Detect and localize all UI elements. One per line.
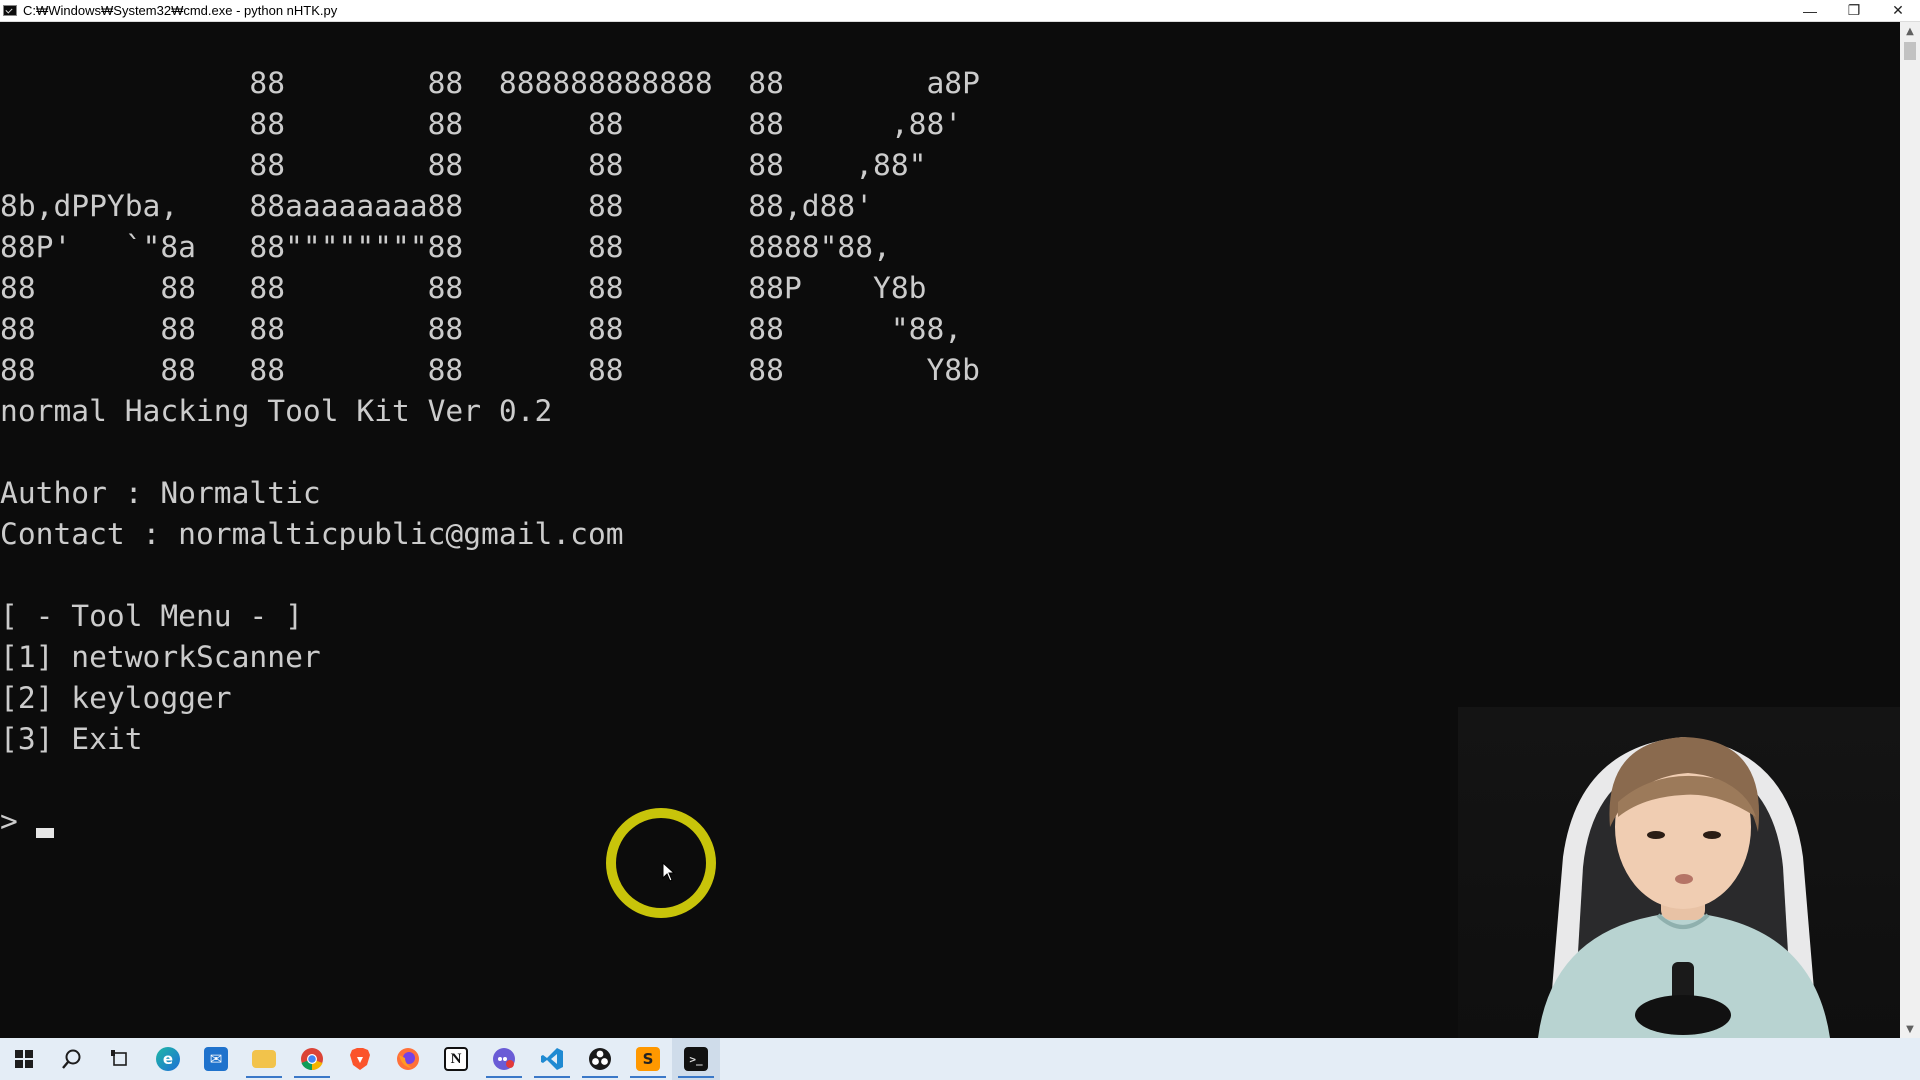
obs-icon	[589, 1048, 611, 1070]
firefox-button[interactable]	[384, 1038, 432, 1080]
edge-icon: e	[156, 1047, 180, 1071]
task-view-button[interactable]	[96, 1038, 144, 1080]
webcam-overlay	[1458, 707, 1900, 1038]
windows-icon	[15, 1050, 33, 1068]
mouse-highlight-ring	[606, 808, 716, 918]
banner-line: 88P' `"8a 88""""""""88 88 8888"88,	[0, 230, 891, 264]
cmd-icon: >_	[684, 1047, 708, 1071]
input-prompt[interactable]: >	[0, 801, 980, 842]
folder-icon	[252, 1050, 276, 1068]
menu-item-network-scanner: [1] networkScanner	[0, 640, 321, 674]
sublime-text-icon: S	[636, 1047, 660, 1071]
firefox-icon	[397, 1048, 419, 1070]
author-line: Author : Normaltic	[0, 476, 321, 510]
chat-app-button[interactable]	[480, 1038, 528, 1080]
vscode-button[interactable]	[528, 1038, 576, 1080]
banner-line: 88 88 88 88 ,88"	[0, 148, 927, 182]
scroll-up-arrow-icon[interactable]: ▲	[1900, 22, 1920, 40]
brave-icon	[350, 1048, 370, 1070]
presenter-illustration	[1538, 737, 1830, 1038]
scroll-down-arrow-icon[interactable]: ▼	[1900, 1020, 1920, 1038]
banner-line: 88 88 888888888888 88 a8P	[0, 66, 980, 100]
contact-line: Contact : normalticpublic@gmail.com	[0, 517, 624, 551]
banner-line: 88 88 88 88 88 88P Y8b	[0, 271, 927, 305]
sublime-button[interactable]: S	[624, 1038, 672, 1080]
window-title-bar[interactable]: C:₩Windows₩System32₩cmd.exe - python nHT…	[0, 0, 1920, 22]
windows-taskbar: e ✉ N S >_	[0, 1038, 1920, 1080]
chat-icon	[493, 1048, 515, 1070]
tool-version-line: normal Hacking Tool Kit Ver 0.2	[0, 394, 553, 428]
mouse-pointer-icon	[662, 862, 676, 882]
task-view-icon	[111, 1050, 127, 1066]
obs-button[interactable]	[576, 1038, 624, 1080]
mail-icon: ✉	[204, 1047, 228, 1071]
search-button[interactable]	[48, 1038, 96, 1080]
cmd-app-icon	[3, 5, 17, 16]
menu-item-exit: [3] Exit	[0, 722, 143, 756]
search-icon	[62, 1049, 81, 1069]
start-button[interactable]	[0, 1038, 48, 1080]
banner-line: 88 88 88 88 ,88'	[0, 107, 963, 141]
close-button[interactable]: ✕	[1876, 0, 1920, 22]
menu-title: [ - Tool Menu - ]	[0, 599, 303, 633]
file-explorer-button[interactable]	[240, 1038, 288, 1080]
window-title: C:₩Windows₩System32₩cmd.exe - python nHT…	[23, 3, 338, 18]
vscode-icon	[541, 1048, 563, 1070]
vertical-scrollbar[interactable]: ▲ ▼	[1900, 22, 1920, 1038]
brave-button[interactable]	[336, 1038, 384, 1080]
minimize-button[interactable]: —	[1788, 0, 1832, 22]
restore-button[interactable]: ❐	[1832, 0, 1876, 22]
prompt-symbol: >	[0, 804, 18, 838]
banner-line: 8b,dPPYba, 88aaaaaaaa88 88 88,d88'	[0, 189, 874, 223]
terminal-button[interactable]: >_	[672, 1038, 720, 1080]
notion-button[interactable]: N	[432, 1038, 480, 1080]
console-output: 88 88 888888888888 88 a8P 88 88 88 88 ,8…	[0, 63, 980, 842]
banner-line: 88 88 88 88 88 88 "88,	[0, 312, 963, 346]
edge-button[interactable]: e	[144, 1038, 192, 1080]
notion-icon: N	[444, 1047, 468, 1071]
text-cursor	[35, 827, 54, 838]
chrome-icon	[301, 1048, 323, 1071]
menu-item-keylogger: [2] keylogger	[0, 681, 232, 715]
scroll-thumb[interactable]	[1904, 42, 1916, 60]
mail-button[interactable]: ✉	[192, 1038, 240, 1080]
banner-line: 88 88 88 88 88 88 Y8b	[0, 353, 980, 387]
chrome-button[interactable]	[288, 1038, 336, 1080]
